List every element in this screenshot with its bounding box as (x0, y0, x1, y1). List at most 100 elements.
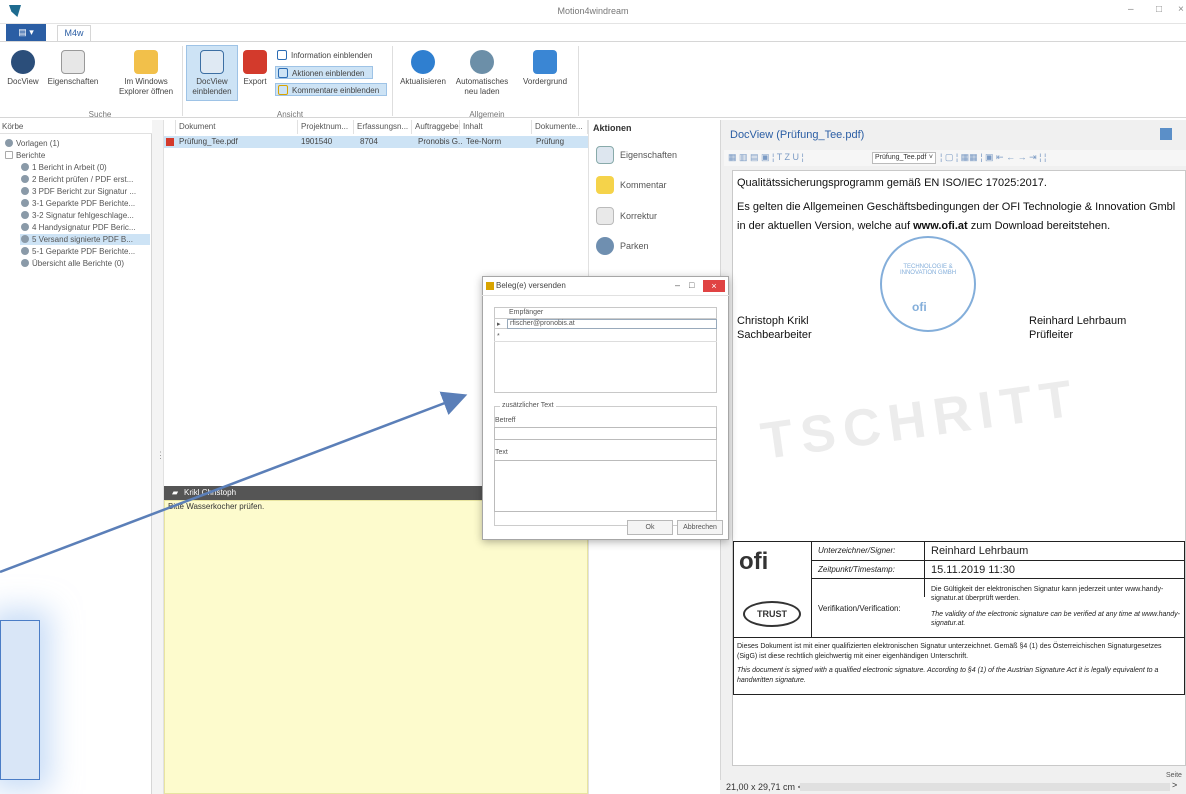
vordergrund-button[interactable]: Vordergrund (518, 50, 572, 87)
grid-column-projektnummer[interactable]: Projektnum... (298, 120, 354, 134)
comment-panel[interactable] (164, 500, 588, 794)
horizontal-scrollbar[interactable] (800, 783, 1170, 791)
close-button[interactable]: × (1178, 4, 1184, 15)
explorer-label: Im Windows Explorer öffnen (118, 77, 174, 96)
doc-line-1: Qualitätssicherungsprogramm gemäß EN ISO… (737, 177, 1047, 189)
docview-icon (11, 50, 35, 74)
verification-text-en: The validity of the electronic signature… (931, 611, 1181, 627)
grid-column-dokument[interactable]: Dokument (176, 120, 298, 134)
tree-item-bericht-in-arbeit[interactable]: 1 Bericht in Arbeit (0) (20, 162, 150, 173)
tree-item-pdf-bericht-signatur[interactable]: 3 PDF Bericht zur Signatur ... (20, 186, 150, 197)
send-icon (486, 282, 494, 290)
export-button[interactable]: Export (240, 50, 270, 87)
tree-item-bericht-pruefen[interactable]: 2 Bericht prüfen / PDF erst... (20, 174, 150, 185)
doc-line-3: in der aktuellen Version, welche auf www… (737, 220, 1110, 232)
tree-item-versand-signierte[interactable]: 5 Versand signierte PDF B... (20, 234, 150, 245)
aktionen-einblenden-toggle[interactable]: Aktionen einblenden (275, 66, 373, 79)
highlight-box (0, 620, 40, 780)
cancel-button[interactable]: Abbrechen (677, 520, 723, 535)
tree-item-label: 3-1 Geparkte PDF Berichte... (32, 199, 136, 208)
automatisches-neu-laden-button[interactable]: Automatisches neu laden (452, 50, 512, 97)
signature-footer-en: This document is signed with a qualified… (737, 667, 1159, 684)
person-1-name: Christoph Krikl (737, 315, 809, 327)
subject-input[interactable] (494, 427, 717, 440)
folder-icon (134, 50, 158, 74)
sig-divider (811, 578, 1185, 579)
eigenschaften-button[interactable]: Eigenschaften (44, 50, 102, 87)
tree-item-label: Vorlagen (1) (16, 139, 60, 148)
folder-icon (5, 151, 13, 159)
action-korrektur[interactable]: Korrektur (596, 203, 657, 229)
new-recipient-row[interactable] (494, 330, 717, 342)
stamp-text: TECHNOLOGIE & INNOVATION GMBH (899, 264, 957, 276)
window-title: Motion4windream (557, 6, 629, 16)
dialog-close-button[interactable]: × (703, 280, 725, 292)
basket-icon (21, 199, 29, 207)
scroll-right-icon[interactable]: > (1172, 780, 1177, 790)
grid-column-inhalt[interactable]: Inhalt (460, 120, 532, 134)
action-eigenschaften[interactable]: Eigenschaften (596, 142, 677, 168)
tab-m4w[interactable]: M4w (57, 25, 91, 42)
properties-gear-icon (596, 146, 614, 164)
cell-dokument: Prüfung_Tee.pdf (179, 137, 238, 146)
tree-item-geparkte-pdf[interactable]: 3-1 Geparkte PDF Berichte... (20, 198, 150, 209)
maximize-button[interactable]: □ (1156, 4, 1162, 15)
person-2-name: Reinhard Lehrbaum (1029, 315, 1127, 327)
kommentare-einblenden-toggle[interactable]: Kommentare einblenden (275, 83, 387, 96)
docview-file-select[interactable]: Prüfung_Tee.pdf ˅ (872, 152, 936, 164)
extra-text-group-label: zusätzlicher Text (500, 402, 556, 409)
information-einblenden-toggle[interactable]: Information einblenden (275, 49, 385, 62)
vordergrund-label: Vordergrund (522, 77, 568, 86)
docview-title: DocView (Prüfung_Tee.pdf) (730, 129, 865, 141)
tree-item-vorlagen[interactable]: Vorlagen (1) (4, 138, 150, 149)
tree-item-signatur-fehlgeschlagen[interactable]: 3-2 Signatur fehlgeschlage... (20, 210, 150, 221)
docview-toolbar-icons[interactable]: ▦ ▥ ▤ ▣ ¦ T Z U ¦ (728, 152, 868, 164)
tree-item-label: Übersicht alle Berichte (0) (32, 259, 125, 268)
dialog-maximize-button[interactable]: □ (689, 280, 694, 290)
explorer-button[interactable]: Im Windows Explorer öffnen (110, 50, 182, 97)
doc-line-3-pre: in der aktuellen Version, welche auf (737, 220, 914, 232)
tree-item-label: Berichte (16, 151, 46, 160)
cell-inhalt: Tee-Norm (466, 137, 502, 146)
basket-icon (21, 259, 29, 267)
tree-item-label: 1 Bericht in Arbeit (0) (32, 163, 107, 172)
action-parken[interactable]: Parken (596, 233, 649, 259)
tree-item-label: 3 PDF Bericht zur Signatur ... (32, 187, 137, 196)
kommentare-label: Kommentare einblenden (292, 86, 380, 95)
dialog-minimize-button[interactable]: – (675, 280, 680, 290)
file-menu-button[interactable]: ▤ ▾ (6, 24, 46, 41)
refresh-icon (411, 50, 435, 74)
basket-icon (21, 187, 29, 195)
auto-neu-laden-label: Automatisches neu laden (455, 77, 509, 96)
tree-item-handysignatur[interactable]: 4 Handysignatur PDF Beric... (20, 222, 150, 233)
minimize-button[interactable]: – (1128, 4, 1134, 15)
chevron-down-icon: ˅ (928, 154, 933, 161)
export-label: Export (243, 77, 267, 86)
tree-item-berichte[interactable]: Berichte (4, 150, 150, 161)
action-kommentar[interactable]: Kommentar (596, 172, 667, 198)
recipients-header: Empfänger (509, 309, 544, 316)
docview-button[interactable]: DocView (4, 50, 42, 87)
docview-einblenden-button[interactable]: DocView einblenden (186, 45, 238, 101)
text-input[interactable] (494, 460, 717, 512)
basket-icon (21, 247, 29, 255)
pdf-icon (166, 138, 174, 146)
title-bar: Motion4windream (0, 0, 1186, 24)
grid-column-auftraggeber[interactable]: Auftraggeber (412, 120, 460, 134)
tree-item-geparkte-pdf-5-1[interactable]: 5-1 Geparkte PDF Berichte... (20, 246, 150, 257)
information-label: Information einblenden (291, 51, 373, 60)
grid-column-erfassungsnummer[interactable]: Erfassungsn... (354, 120, 412, 134)
foreground-icon (533, 50, 557, 74)
park-gears-icon (596, 237, 614, 255)
app-window: Motion4windream – □ × ▤ ▾ M4w DocView Ei… (0, 0, 1186, 794)
doc-link: www.ofi.at (913, 220, 968, 232)
page-label: Seite (1166, 772, 1182, 779)
aktualisieren-button[interactable]: Aktualisieren (396, 50, 450, 87)
docview-pin-icon[interactable] (1160, 128, 1172, 140)
grid-column-dokumentenart[interactable]: Dokumente... (532, 120, 588, 134)
ok-button[interactable]: Ok (627, 520, 673, 535)
docview-nav-icons[interactable]: ¦ ▢ ¦ ▦▦ ¦ ▣ ⇤ ← → ⇥ ¦ ¦ (940, 152, 1182, 164)
tree-item-uebersicht[interactable]: Übersicht alle Berichte (0) (20, 258, 150, 269)
comment-author: Krikl Christoph (184, 488, 237, 497)
docview-file-label: Prüfung_Tee.pdf (875, 154, 927, 161)
